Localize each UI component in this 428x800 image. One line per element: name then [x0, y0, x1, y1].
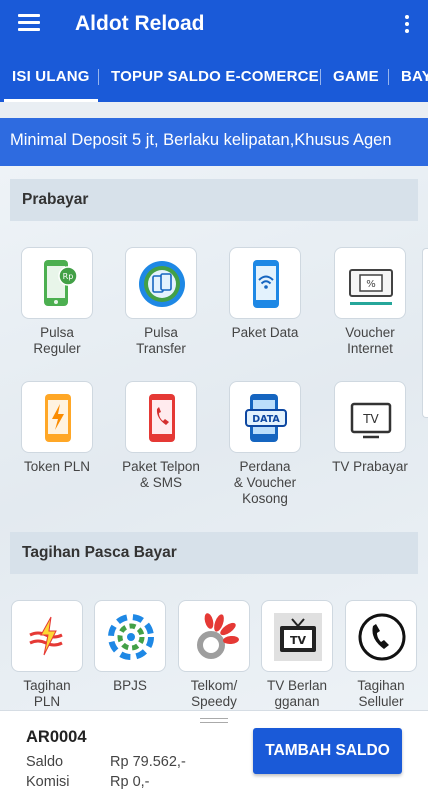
menu-item-label: Paket Telpon & SMS: [122, 459, 200, 490]
menu-item-label: TV Berlan gganan: [266, 678, 328, 709]
menu-item-label: Perdana & Voucher Kosong: [233, 459, 297, 506]
svg-text:%: %: [366, 279, 376, 290]
svg-text:Rp: Rp: [63, 272, 74, 281]
tambah-saldo-button[interactable]: TAMBAH SALDO: [253, 728, 402, 774]
saldo-label: Saldo: [26, 754, 64, 770]
komisi-label: Komisi: [26, 774, 70, 790]
tab-divider: [98, 69, 99, 85]
tab-isi-ulang[interactable]: ISI ULANG: [4, 52, 98, 102]
menu-item-label: Token PLN: [23, 459, 91, 474]
menu-item-label: Paket Data: [231, 325, 299, 340]
drag-handle[interactable]: [200, 718, 228, 723]
balance-sheet: AR0004 Saldo Rp 79.562,- Komisi Rp 0,- T…: [0, 710, 428, 800]
app-bar: Aldot Reload: [0, 0, 428, 52]
svg-text:TV: TV: [362, 412, 379, 426]
menu-item-paket-data[interactable]: Paket Data: [222, 247, 308, 341]
menu-item-label: BPJS: [113, 678, 147, 693]
menu-item-label: Pulsa Transfer: [136, 325, 186, 356]
tab-divider: [388, 69, 389, 85]
pulsa-reguler-icon: Rp: [44, 260, 78, 306]
menu-item-tv-prabayar[interactable]: TV TV Prabayar: [327, 381, 413, 475]
menu-item-telkom-speedy[interactable]: Telkom/Speedy: [171, 600, 257, 710]
section-pascabayar-title: Tagihan Pasca Bayar: [10, 532, 418, 574]
tab-divider: [320, 69, 321, 85]
app-title: Aldot Reload: [75, 12, 205, 35]
main-content: Prabayar Rp PulsaReguler PulsaTransfer: [0, 166, 428, 710]
menu-item-label: Telkom/Speedy: [190, 678, 238, 709]
phone-icon: [358, 613, 406, 661]
menu-item-pulsa-transfer[interactable]: Pulsa Transfer: [118, 247, 204, 357]
section-prabayar-title: Prabayar: [10, 179, 418, 221]
menu-item-tv-berlangganan[interactable]: TV TV Berlan gganan: [254, 600, 340, 710]
more-options-icon[interactable]: [404, 15, 410, 35]
menu-item-label: Tagihan Selluler: [357, 678, 405, 709]
hamburger-menu-icon[interactable]: [18, 14, 40, 34]
pulsa-transfer-icon: [139, 261, 185, 307]
svg-text:DATA: DATA: [252, 414, 280, 425]
menu-item-token-pln[interactable]: Token PLN: [14, 381, 100, 475]
bpjs-logo-icon: [108, 614, 154, 660]
pln-logo-icon: [28, 615, 68, 659]
paket-telpon-icon: [149, 394, 175, 442]
marquee-text: Minimal Deposit 5 jt, Berlaku kelipatan,…: [10, 131, 392, 149]
menu-item-perdana-voucher[interactable]: DATA Perdana & Voucher Kosong: [222, 381, 308, 507]
saldo-value: Rp 79.562,-: [110, 754, 186, 770]
category-tabs: ISI ULANG TOPUP SALDO E-COMERCE GAME BAY: [0, 52, 428, 102]
menu-item-tagihan-pln[interactable]: Tagihan PLN: [4, 600, 90, 710]
info-marquee: Minimal Deposit 5 jt, Berlaku kelipatan,…: [0, 118, 428, 166]
account-id: AR0004: [26, 728, 87, 746]
menu-item-pulsa-reguler[interactable]: Rp Pulsa Reguler: [14, 247, 100, 357]
menu-item-bpjs[interactable]: BPJS: [87, 600, 173, 694]
tv-prabayar-icon: TV: [350, 402, 392, 439]
menu-item-label: Tagihan PLN: [23, 678, 71, 709]
menu-item-label: Pulsa Reguler: [33, 325, 81, 356]
horizontal-scroll-hint: [422, 248, 428, 418]
komisi-value: Rp 0,-: [110, 774, 150, 790]
tab-topup-saldo-ecomerce[interactable]: TOPUP SALDO E-COMERCE: [111, 52, 319, 102]
tv-berlangganan-icon: TV: [274, 613, 322, 661]
token-pln-icon: [45, 394, 71, 442]
menu-item-paket-telpon-sms[interactable]: Paket Telpon & SMS: [118, 381, 204, 491]
voucher-internet-icon: %: [349, 269, 393, 305]
menu-item-tagihan-seluler[interactable]: Tagihan Selluler: [338, 600, 424, 710]
menu-item-label: TV Prabayar: [332, 459, 408, 474]
telkom-logo-icon: [197, 613, 239, 659]
svg-text:TV: TV: [290, 634, 307, 647]
tab-game[interactable]: GAME: [333, 52, 379, 102]
paket-data-icon: [253, 260, 279, 308]
tab-bayar[interactable]: BAY: [401, 52, 428, 102]
menu-item-label: Voucher Internet: [345, 325, 395, 356]
menu-item-voucher-internet[interactable]: % Voucher Internet: [327, 247, 413, 357]
perdana-data-icon: DATA: [245, 394, 287, 442]
